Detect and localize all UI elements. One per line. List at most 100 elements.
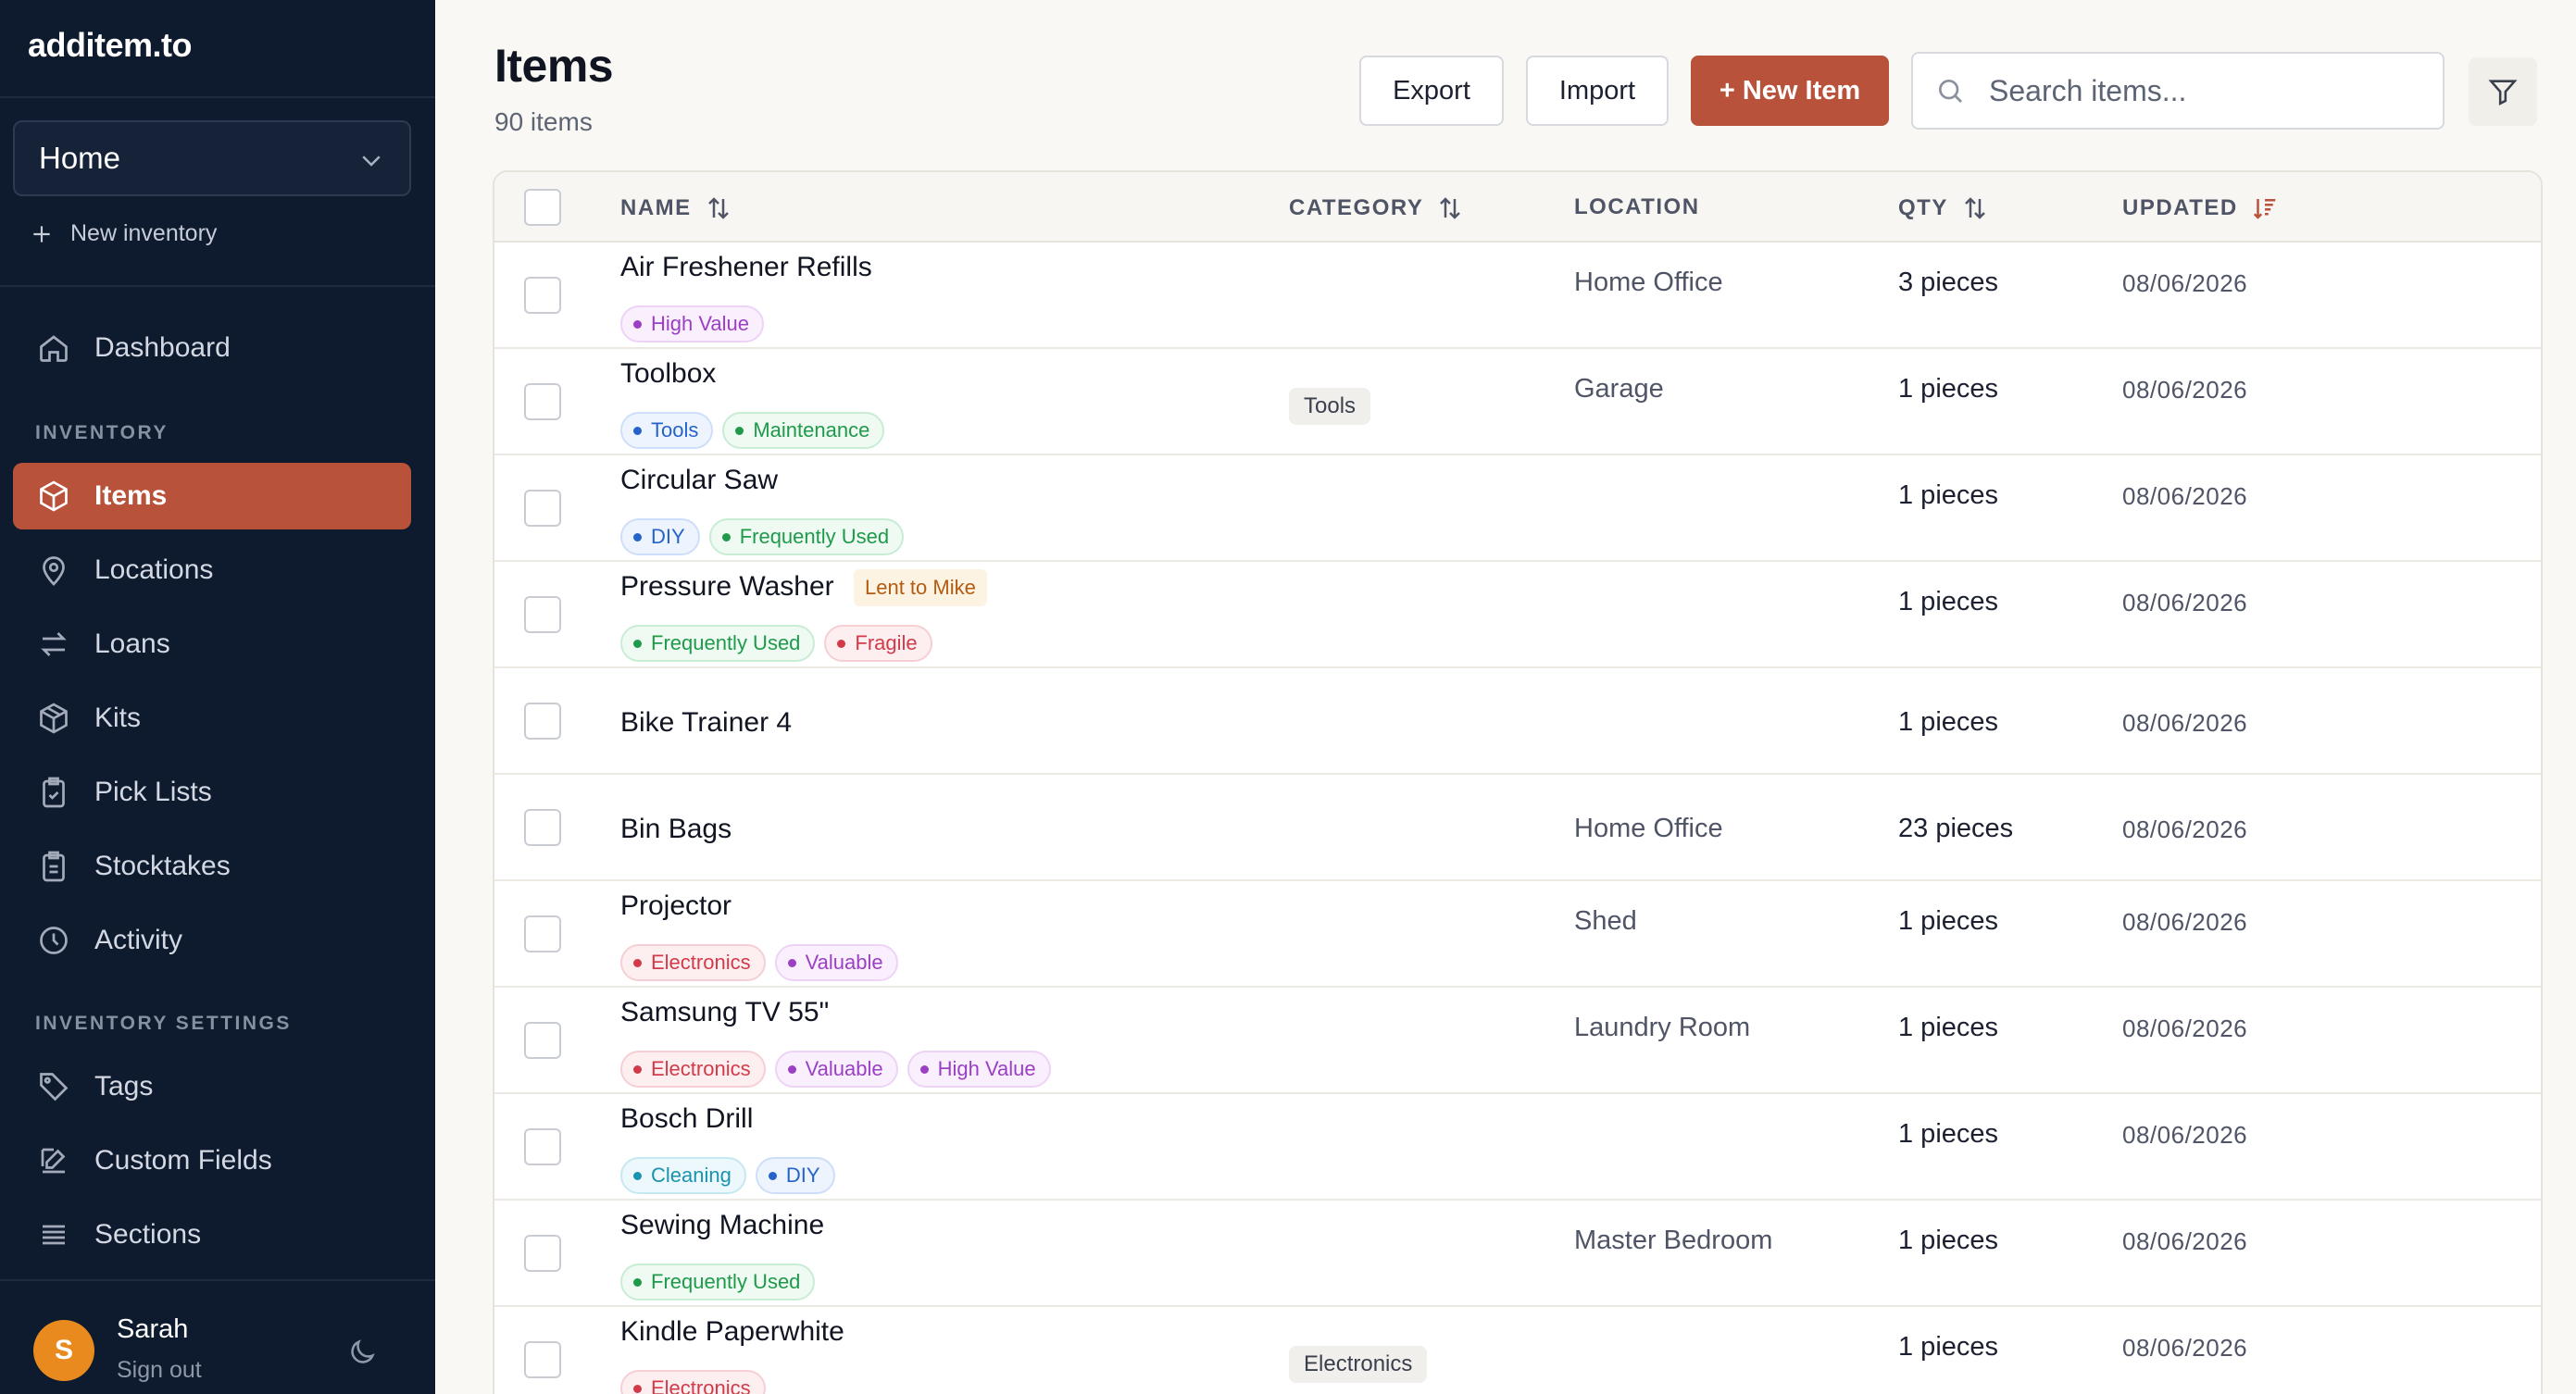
row-checkbox[interactable] (524, 1235, 561, 1272)
tag-chip[interactable]: Frequently Used (708, 518, 905, 555)
column-header-qty[interactable]: QTY (1898, 194, 1989, 222)
tag-chip[interactable]: Electronics (620, 944, 766, 981)
column-header-category[interactable]: CATEGORY (1289, 194, 1464, 222)
import-button[interactable]: Import (1526, 56, 1669, 126)
qty-cell: 23 pieces (1898, 814, 2014, 843)
row-checkbox[interactable] (524, 596, 561, 633)
table-row[interactable]: Toolbox Tools Maintenance Tools Garage 1 piec… (494, 349, 2541, 455)
table-row[interactable]: Samsung TV 55" Electronics Valuable High Va… (494, 988, 2541, 1094)
table-row[interactable]: Kindle Paperwhite Electronics Electronics 1… (494, 1307, 2541, 1394)
tag-list: High Value (620, 305, 764, 342)
table-row[interactable]: Bosch Drill Cleaning DIY 1 pieces 08/06/2026 (494, 1094, 2541, 1201)
qty-cell: 1 pieces (1898, 906, 1999, 936)
item-name[interactable]: Kindle Paperwhite (620, 1316, 844, 1348)
item-name[interactable]: Bosch Drill (620, 1103, 753, 1135)
tag-dot-icon (721, 532, 731, 541)
item-name[interactable]: Sewing Machine (620, 1210, 824, 1241)
table-row[interactable]: Bike Trainer 4 1 pieces 08/06/2026 (494, 668, 2541, 775)
tag-list: Electronics (620, 1370, 766, 1394)
tag-chip[interactable]: Fragile (824, 625, 932, 662)
tag-label: Frequently Used (651, 631, 801, 654)
avatar[interactable]: S (33, 1320, 94, 1381)
updated-cell: 08/06/2026 (2122, 709, 2248, 737)
map-pin-icon (43, 556, 65, 586)
tag-chip[interactable]: Cleaning (620, 1157, 746, 1194)
qty-cell: 1 pieces (1898, 1119, 1999, 1149)
search-input[interactable] (1989, 73, 2415, 108)
sidebar-item-stocktakes[interactable]: Stocktakes (13, 833, 411, 900)
swap-arrows-icon (41, 632, 67, 656)
tag-chip[interactable]: High Value (907, 1051, 1051, 1088)
tag-chip[interactable]: High Value (620, 305, 764, 342)
select-all-checkbox[interactable] (524, 189, 561, 226)
sidebar-item-activity[interactable]: Activity (13, 907, 411, 974)
table-row[interactable]: Air Freshener Refills High Value Home Offi… (494, 243, 2541, 349)
user-profile: S Sarah Sign out (33, 1314, 422, 1388)
tag-chip[interactable]: Electronics (620, 1051, 766, 1088)
tag-label: Valuable (805, 1057, 883, 1080)
item-name[interactable]: Toolbox (620, 358, 716, 390)
filter-button[interactable] (2469, 57, 2537, 126)
item-name[interactable]: Bin Bags (620, 814, 732, 845)
sidebar-item-pick-lists[interactable]: Pick Lists (13, 759, 411, 826)
table-row[interactable]: Projector Electronics Valuable Shed 1 pieces… (494, 881, 2541, 988)
row-checkbox[interactable] (524, 1341, 561, 1378)
row-checkbox[interactable] (524, 915, 561, 952)
sidebar-item-label: Sections (94, 1219, 202, 1250)
sidebar-item-loans[interactable]: Loans (13, 611, 411, 678)
sidebar-item-locations[interactable]: Locations (13, 537, 411, 604)
sidebar-item-sections[interactable]: Sections (13, 1201, 411, 1268)
tag-dot-icon (919, 1064, 929, 1074)
column-header-name[interactable]: NAME (620, 194, 732, 222)
moon-icon[interactable] (346, 1337, 378, 1368)
sign-out-link[interactable]: Sign out (117, 1357, 202, 1384)
sidebar-item-items[interactable]: Items (13, 463, 411, 529)
sidebar-item-dashboard[interactable]: Dashboard (13, 315, 411, 381)
table-row[interactable]: Pressure Washer Lent to Mike Frequently Us… (494, 562, 2541, 668)
row-checkbox[interactable] (524, 383, 561, 420)
tag-chip[interactable]: Electronics (620, 1370, 766, 1394)
row-checkbox[interactable] (524, 1022, 561, 1059)
table-row[interactable]: Bin Bags Home Office 23 pieces 08/06/2026 (494, 775, 2541, 881)
table-row[interactable]: Circular Saw DIY Frequently Used 1 pieces 08… (494, 455, 2541, 562)
row-checkbox[interactable] (524, 490, 561, 527)
row-checkbox[interactable] (524, 703, 561, 740)
row-checkbox[interactable] (524, 277, 561, 314)
sidebar-item-custom-fields[interactable]: Custom Fields (13, 1127, 411, 1194)
tag-chip[interactable]: Frequently Used (620, 625, 816, 662)
tag-chip[interactable]: Maintenance (722, 412, 885, 449)
tag-chip[interactable]: Tools (620, 412, 714, 449)
column-header-updated[interactable]: UPDATED (2122, 194, 2279, 222)
qty-cell: 1 pieces (1898, 374, 1999, 404)
row-checkbox[interactable] (524, 809, 561, 846)
column-header-location: LOCATION (1574, 194, 1700, 220)
table-row[interactable]: Sewing Machine Frequently Used Master Bedr… (494, 1201, 2541, 1307)
item-name[interactable]: Air Freshener Refills (620, 252, 872, 283)
item-name[interactable]: Pressure Washer (620, 571, 834, 603)
location-cell: Home Office (1574, 814, 1723, 843)
inventory-select[interactable]: Home (13, 120, 411, 196)
tag-chip[interactable]: DIY (755, 1157, 835, 1194)
row-checkbox[interactable] (524, 1128, 561, 1165)
search-icon (1939, 80, 1962, 103)
item-name[interactable]: Samsung TV 55" (620, 997, 829, 1028)
home-icon (40, 335, 68, 362)
new-inventory-button[interactable]: New inventory (30, 220, 217, 247)
clock-icon (40, 927, 68, 954)
qty-cell: 1 pieces (1898, 1013, 1999, 1042)
tag-chip[interactable]: Valuable (774, 1051, 898, 1088)
sidebar-item-kits[interactable]: Kits (13, 685, 411, 752)
item-name[interactable]: Projector (620, 890, 732, 922)
plus-icon (33, 225, 50, 243)
item-name[interactable]: Circular Saw (620, 465, 778, 496)
tag-label: Tools (651, 418, 699, 442)
tag-chip[interactable]: DIY (620, 518, 700, 555)
new-item-button[interactable]: + New Item (1691, 56, 1889, 126)
tag-label: Maintenance (753, 418, 870, 442)
tag-chip[interactable]: Frequently Used (620, 1263, 816, 1301)
tag-chip[interactable]: Valuable (774, 944, 898, 981)
item-name[interactable]: Bike Trainer 4 (620, 707, 792, 739)
sidebar-item-tags[interactable]: Tags (13, 1053, 411, 1120)
export-button[interactable]: Export (1359, 56, 1504, 126)
brand-logo[interactable]: additem.to (28, 26, 193, 65)
